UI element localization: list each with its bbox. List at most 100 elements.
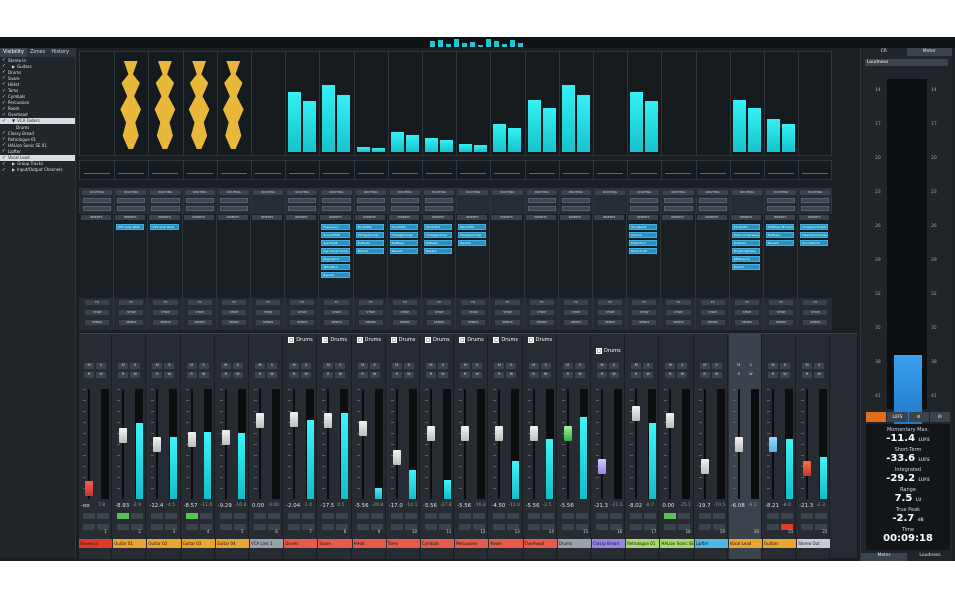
sends-rack-label[interactable]: FX bbox=[392, 300, 417, 305]
sends-rack-label[interactable]: STRIP bbox=[598, 310, 623, 315]
mute-solo-button[interactable]: M bbox=[699, 363, 710, 369]
mute-solo-button[interactable]: S bbox=[335, 363, 346, 369]
channel-name-label[interactable]: Stereo In bbox=[79, 539, 113, 548]
sends-rack-label[interactable]: STRIP bbox=[427, 310, 452, 315]
read-write-button[interactable]: W bbox=[96, 372, 106, 378]
channel-edit-button[interactable] bbox=[356, 513, 369, 519]
sends-rack-label[interactable]: FX bbox=[427, 300, 452, 305]
pan-value[interactable]: -2.3 bbox=[816, 503, 825, 508]
pan-value[interactable]: -21.6 bbox=[611, 503, 623, 508]
channel-edit-button[interactable] bbox=[336, 513, 349, 519]
monitor-button[interactable] bbox=[165, 524, 178, 530]
checkmark-icon[interactable]: ✓ bbox=[0, 118, 8, 124]
mute-solo-button[interactable]: M bbox=[220, 363, 231, 369]
routing-input-selector[interactable] bbox=[356, 198, 385, 203]
monitor-button[interactable] bbox=[767, 524, 779, 530]
sends-rack-label[interactable]: SENDS bbox=[769, 320, 794, 325]
settings-button[interactable]: ⚙ bbox=[908, 412, 929, 422]
read-write-button[interactable]: W bbox=[164, 372, 175, 378]
insert-slot[interactable]: DeEsser bbox=[355, 240, 384, 246]
volume-value[interactable]: 0.00 bbox=[252, 503, 264, 509]
channel-edit-button[interactable] bbox=[151, 513, 164, 519]
sends-rack-label[interactable]: SENDS bbox=[803, 320, 828, 325]
channel-edit-button[interactable] bbox=[698, 513, 711, 519]
insert-slot[interactable]: VST Amp Rack bbox=[150, 224, 179, 230]
mute-solo-button[interactable]: M bbox=[426, 363, 436, 369]
channel-name-label[interactable]: Room bbox=[489, 539, 523, 548]
insert-slot[interactable]: StudioEQ bbox=[355, 224, 384, 230]
sends-rack-label[interactable]: STRIP bbox=[632, 310, 657, 315]
tab-cr[interactable]: CR bbox=[861, 48, 907, 56]
insert-slot[interactable]: RoomWorks bbox=[800, 240, 829, 246]
sends-rack-label[interactable]: SENDS bbox=[153, 320, 178, 325]
checkmark-icon[interactable]: ✓ bbox=[0, 57, 8, 63]
sends-rack-label[interactable]: STRIP bbox=[358, 310, 383, 315]
monitor-button[interactable] bbox=[356, 524, 369, 530]
volume-value[interactable]: -4.50 bbox=[491, 503, 505, 509]
read-write-button[interactable]: R bbox=[460, 372, 471, 378]
monitor-button[interactable] bbox=[596, 524, 608, 530]
sends-rack-label[interactable]: FX bbox=[153, 300, 178, 305]
sends-rack-label[interactable]: SENDS bbox=[734, 320, 759, 325]
channel-edit-button[interactable] bbox=[541, 513, 554, 519]
channel-name-label[interactable]: HiHat bbox=[352, 539, 386, 548]
read-write-button[interactable]: W bbox=[814, 372, 825, 378]
channel-edit-button[interactable] bbox=[527, 513, 540, 519]
monitor-button[interactable] bbox=[268, 524, 280, 530]
monitor-button[interactable] bbox=[698, 524, 711, 530]
channel-name-label[interactable]: Classy Bread bbox=[592, 539, 626, 548]
mute-solo-button[interactable]: S bbox=[506, 363, 517, 369]
channel-name-label[interactable]: Lipfter bbox=[694, 539, 728, 548]
channel-name-label[interactable]: Guitar 01 bbox=[113, 539, 147, 548]
insert-slot[interactable]: Magneto II bbox=[321, 256, 350, 262]
expand-triangle-icon[interactable]: ▶ bbox=[12, 167, 15, 172]
insert-slot[interactable]: VintageCompr bbox=[389, 232, 418, 238]
pan-value[interactable]: -8.0 bbox=[782, 503, 791, 508]
routing-input-selector[interactable] bbox=[390, 198, 419, 203]
monitor-button[interactable] bbox=[630, 524, 643, 530]
sends-rack-label[interactable]: FX bbox=[461, 300, 486, 305]
volume-fader[interactable] bbox=[563, 426, 572, 441]
channel-name-label[interactable]: Guitar 02 bbox=[147, 539, 181, 548]
sends-rack-label[interactable]: SENDS bbox=[392, 320, 417, 325]
monitor-button[interactable] bbox=[288, 524, 301, 530]
checkmark-icon[interactable]: ✓ bbox=[0, 75, 8, 81]
mute-solo-button[interactable]: S bbox=[745, 363, 756, 369]
sends-rack-label[interactable]: SENDS bbox=[700, 320, 725, 325]
insert-slot[interactable]: SongSend bbox=[629, 224, 658, 230]
routing-output-selector[interactable] bbox=[83, 206, 112, 211]
insert-slot[interactable]: Reverb bbox=[389, 248, 418, 254]
channel-edit-button[interactable] bbox=[561, 513, 574, 519]
pan-value[interactable]: -25.1 bbox=[679, 503, 691, 508]
routing-input-selector[interactable] bbox=[185, 198, 214, 203]
mute-solo-button[interactable]: S bbox=[574, 363, 585, 369]
checkmark-icon[interactable]: ✓ bbox=[0, 136, 8, 142]
insert-slot[interactable]: MultibandEnvelope bbox=[766, 224, 795, 230]
volume-fader[interactable] bbox=[734, 437, 743, 452]
read-write-button[interactable]: R bbox=[494, 372, 505, 378]
mute-solo-button[interactable]: M bbox=[665, 363, 676, 369]
volume-value[interactable]: -oo bbox=[81, 503, 90, 509]
read-write-button[interactable]: R bbox=[665, 372, 676, 378]
channel-edit-button[interactable] bbox=[268, 513, 280, 519]
expand-triangle-icon[interactable]: ▶ bbox=[12, 161, 15, 166]
sends-rack-label[interactable]: FX bbox=[324, 300, 349, 305]
channel-name-label[interactable]: Retrologue 01 bbox=[626, 539, 660, 548]
volume-fader[interactable] bbox=[119, 428, 128, 444]
read-write-button[interactable]: R bbox=[631, 372, 642, 378]
insert-slot[interactable]: Reverb 2D bbox=[629, 248, 658, 254]
routing-input-selector[interactable] bbox=[698, 198, 727, 203]
volume-value[interactable]: -17.5 bbox=[320, 503, 334, 509]
expand-triangle-icon[interactable]: ▶ bbox=[12, 64, 15, 69]
sends-rack-label[interactable]: SENDS bbox=[324, 320, 349, 325]
routing-output-selector[interactable] bbox=[117, 206, 146, 211]
volume-value[interactable]: -19.7 bbox=[697, 503, 711, 509]
volume-fader[interactable] bbox=[290, 411, 299, 427]
checkmark-icon[interactable]: ✓ bbox=[0, 88, 8, 94]
sends-rack-label[interactable]: STRIP bbox=[495, 310, 520, 315]
sends-rack-label[interactable]: FX bbox=[563, 300, 588, 305]
channel-edit-button[interactable] bbox=[746, 513, 759, 519]
read-write-button[interactable]: W bbox=[198, 372, 209, 378]
sends-rack-label[interactable]: FX bbox=[221, 300, 246, 305]
channel-edit-button[interactable] bbox=[596, 513, 608, 519]
